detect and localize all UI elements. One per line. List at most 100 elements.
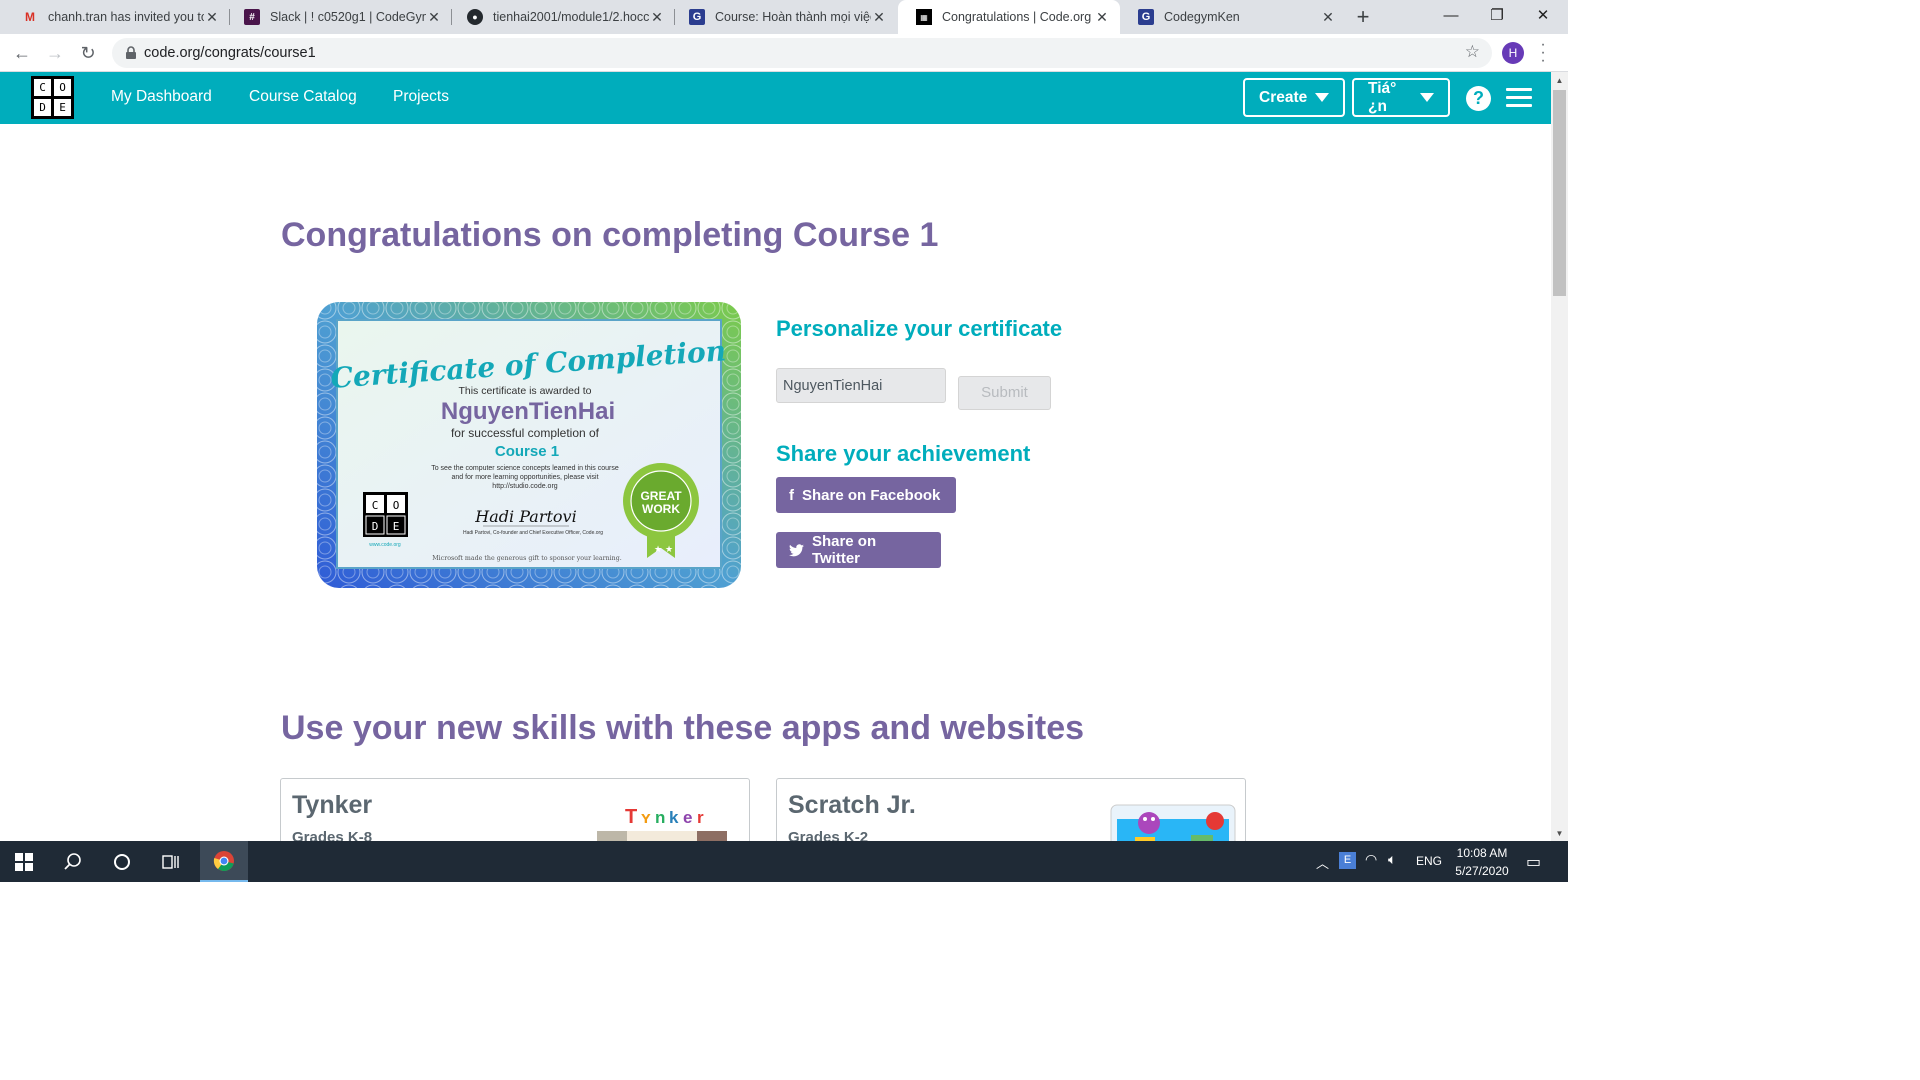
close-tab-icon[interactable]: ✕ <box>426 9 442 26</box>
svg-text:★: ★ <box>654 544 662 554</box>
svg-text:k: k <box>669 808 679 827</box>
profile-avatar[interactable]: H <box>1502 42 1524 64</box>
hamburger-menu-icon[interactable] <box>1506 88 1532 108</box>
url-text: code.org/congrats/course1 <box>144 45 316 61</box>
create-dropdown-button[interactable]: Create <box>1243 78 1345 117</box>
browser-tab[interactable]: M chanh.tran has invited you to ✕ <box>4 0 230 34</box>
scroll-down-arrow-icon[interactable]: ▼ <box>1551 827 1568 841</box>
certificate-visit-url: http://studio.code.org <box>492 483 557 490</box>
restore-window-button[interactable]: ❐ <box>1474 0 1520 34</box>
browser-tab[interactable]: ● tienhai2001/module1/2.hocc ✕ <box>449 0 675 34</box>
app-card-scratch-jr[interactable]: Scratch Jr. Grades K-2 <box>776 778 1246 841</box>
scroll-up-arrow-icon[interactable]: ▲ <box>1551 74 1568 88</box>
logo-letter: E <box>54 99 71 116</box>
back-arrow-icon[interactable]: ← <box>8 39 36 67</box>
search-icon[interactable] <box>49 841 97 882</box>
submit-button[interactable]: Submit <box>958 376 1051 410</box>
browser-tab-strip: M chanh.tran has invited you to ✕ # Slac… <box>0 0 1568 34</box>
notification-center-icon[interactable]: ▭ <box>1526 852 1541 872</box>
svg-text:r: r <box>697 808 704 827</box>
nav-my-dashboard[interactable]: My Dashboard <box>111 88 212 106</box>
close-tab-icon[interactable]: ✕ <box>649 9 665 26</box>
certificate-visit-line: To see the computer science concepts lea… <box>431 465 619 472</box>
new-tab-button[interactable]: + <box>1350 4 1376 30</box>
tab-title: CodegymKen <box>1164 10 1240 24</box>
svg-text:O: O <box>393 499 400 512</box>
certificate-name-input[interactable] <box>776 368 946 403</box>
help-icon[interactable]: ? <box>1466 86 1491 111</box>
tray-app-icon[interactable]: E <box>1339 852 1356 869</box>
close-window-button[interactable]: ✕ <box>1520 0 1566 34</box>
windows-taskbar: ︿ E ◠ 🔈︎ ENG 10:08 AM 5/27/2020 ▭ <box>0 841 1568 882</box>
certificate-signature: Hadi Partovi <box>474 507 576 526</box>
bookmark-star-icon[interactable]: ☆ <box>1465 42 1480 62</box>
clock-time: 10:08 AM <box>1456 846 1508 860</box>
logo-letter: D <box>34 99 51 116</box>
browser-tab[interactable]: G CodegymKen ✕ <box>1120 0 1346 34</box>
browser-toolbar: ← → ↻ code.org/congrats/course1 ☆ H · · · <box>0 34 1568 72</box>
address-bar[interactable]: code.org/congrats/course1 ☆ <box>112 38 1492 68</box>
forward-arrow-icon[interactable]: → <box>41 39 69 67</box>
wifi-icon[interactable]: ◠ <box>1365 851 1377 868</box>
svg-text:E: E <box>393 520 400 533</box>
certificate-visit-line: and for more learning opportunities, ple… <box>451 474 598 481</box>
certificate-awarded-line: This certificate is awarded to <box>458 385 591 397</box>
share-facebook-button[interactable]: f Share on Facebook <box>776 477 956 513</box>
minimize-window-button[interactable]: — <box>1428 0 1474 34</box>
input-language[interactable]: ENG <box>1416 854 1442 868</box>
svg-text:★: ★ <box>665 544 673 554</box>
task-view-icon[interactable] <box>147 841 195 882</box>
close-tab-icon[interactable]: ✕ <box>871 9 887 26</box>
caret-down-icon <box>1420 93 1434 102</box>
tray-overflow-chevron-icon[interactable]: ︿ <box>1316 853 1329 872</box>
chrome-taskbar-icon[interactable] <box>200 841 248 882</box>
language-dropdown-button[interactable]: Tiá°¿n <box>1352 78 1450 117</box>
caret-down-icon <box>1315 93 1330 102</box>
svg-text:C: C <box>372 499 379 512</box>
taskbar-clock[interactable]: 10:08 AM 5/27/2020 <box>1446 844 1518 880</box>
nav-course-catalog[interactable]: Course Catalog <box>249 88 357 106</box>
github-icon: ● <box>467 9 483 25</box>
browser-tab[interactable]: # Slack | ! c0520g1 | CodeGym ✕ <box>226 0 452 34</box>
browser-menu-icon[interactable]: · · · <box>1538 37 1548 69</box>
facebook-icon: f <box>789 486 794 504</box>
nav-projects[interactable]: Projects <box>393 88 449 106</box>
browser-tab[interactable]: G Course: Hoàn thành mọi việc ✕ <box>671 0 897 34</box>
tab-title: Slack | ! c0520g1 | CodeGym <box>270 10 426 24</box>
close-tab-icon[interactable]: ✕ <box>1320 9 1336 26</box>
app-card-tynker[interactable]: Tynker Grades K-8 T ʏ n k e r <box>280 778 750 841</box>
code-org-logo[interactable]: C O D E <box>31 76 74 119</box>
reload-icon[interactable]: ↻ <box>74 39 102 67</box>
share-facebook-label: Share on Facebook <box>802 486 941 504</box>
certificate-completion-line: for successful completion of <box>451 426 600 440</box>
lock-icon <box>126 46 136 59</box>
tab-title: Congratulations | Code.org <box>942 10 1092 24</box>
codegym-icon: G <box>689 9 705 25</box>
share-heading: Share your achievement <box>776 441 1031 466</box>
app-card-grades: Grades K-2 <box>788 829 869 841</box>
tab-title: chanh.tran has invited you to <box>48 10 204 24</box>
page-scrollbar[interactable]: ▲ ▼ <box>1551 72 1568 841</box>
browser-tab-active[interactable]: ▦ Congratulations | Code.org ✕ <box>898 0 1120 34</box>
site-header: C O D E My Dashboard Course Catalog Proj… <box>0 72 1551 124</box>
scratch-jr-image <box>1110 804 1236 841</box>
certificate-code-logo: C O D E <box>363 492 408 537</box>
svg-text:D: D <box>372 520 379 533</box>
language-label: Tiá°¿n <box>1368 79 1397 115</box>
certificate-course: Course 1 <box>495 443 559 460</box>
tynker-logo-image: T ʏ n k e r <box>597 806 727 841</box>
svg-text:ʏ: ʏ <box>641 808 651 827</box>
main-content: Congratulations on completing Course 1 C… <box>0 124 1551 841</box>
share-twitter-button[interactable]: Share on Twitter <box>776 532 941 568</box>
cortana-icon[interactable] <box>98 841 146 882</box>
volume-icon[interactable]: 🔈︎ <box>1388 851 1396 868</box>
svg-text:n: n <box>655 808 665 827</box>
close-tab-icon[interactable]: ✕ <box>1094 9 1110 26</box>
certificate-signer: Hadi Partovi, Co-founder and Chief Execu… <box>463 530 603 536</box>
windows-start-icon[interactable] <box>0 841 48 882</box>
certificate-footer: Microsoft made the generous gift to spon… <box>432 555 622 562</box>
tab-title: Course: Hoàn thành mọi việc <box>715 10 871 24</box>
close-tab-icon[interactable]: ✕ <box>204 9 220 26</box>
scrollbar-thumb[interactable] <box>1553 90 1566 296</box>
svg-text:GREAT: GREAT <box>640 489 682 503</box>
